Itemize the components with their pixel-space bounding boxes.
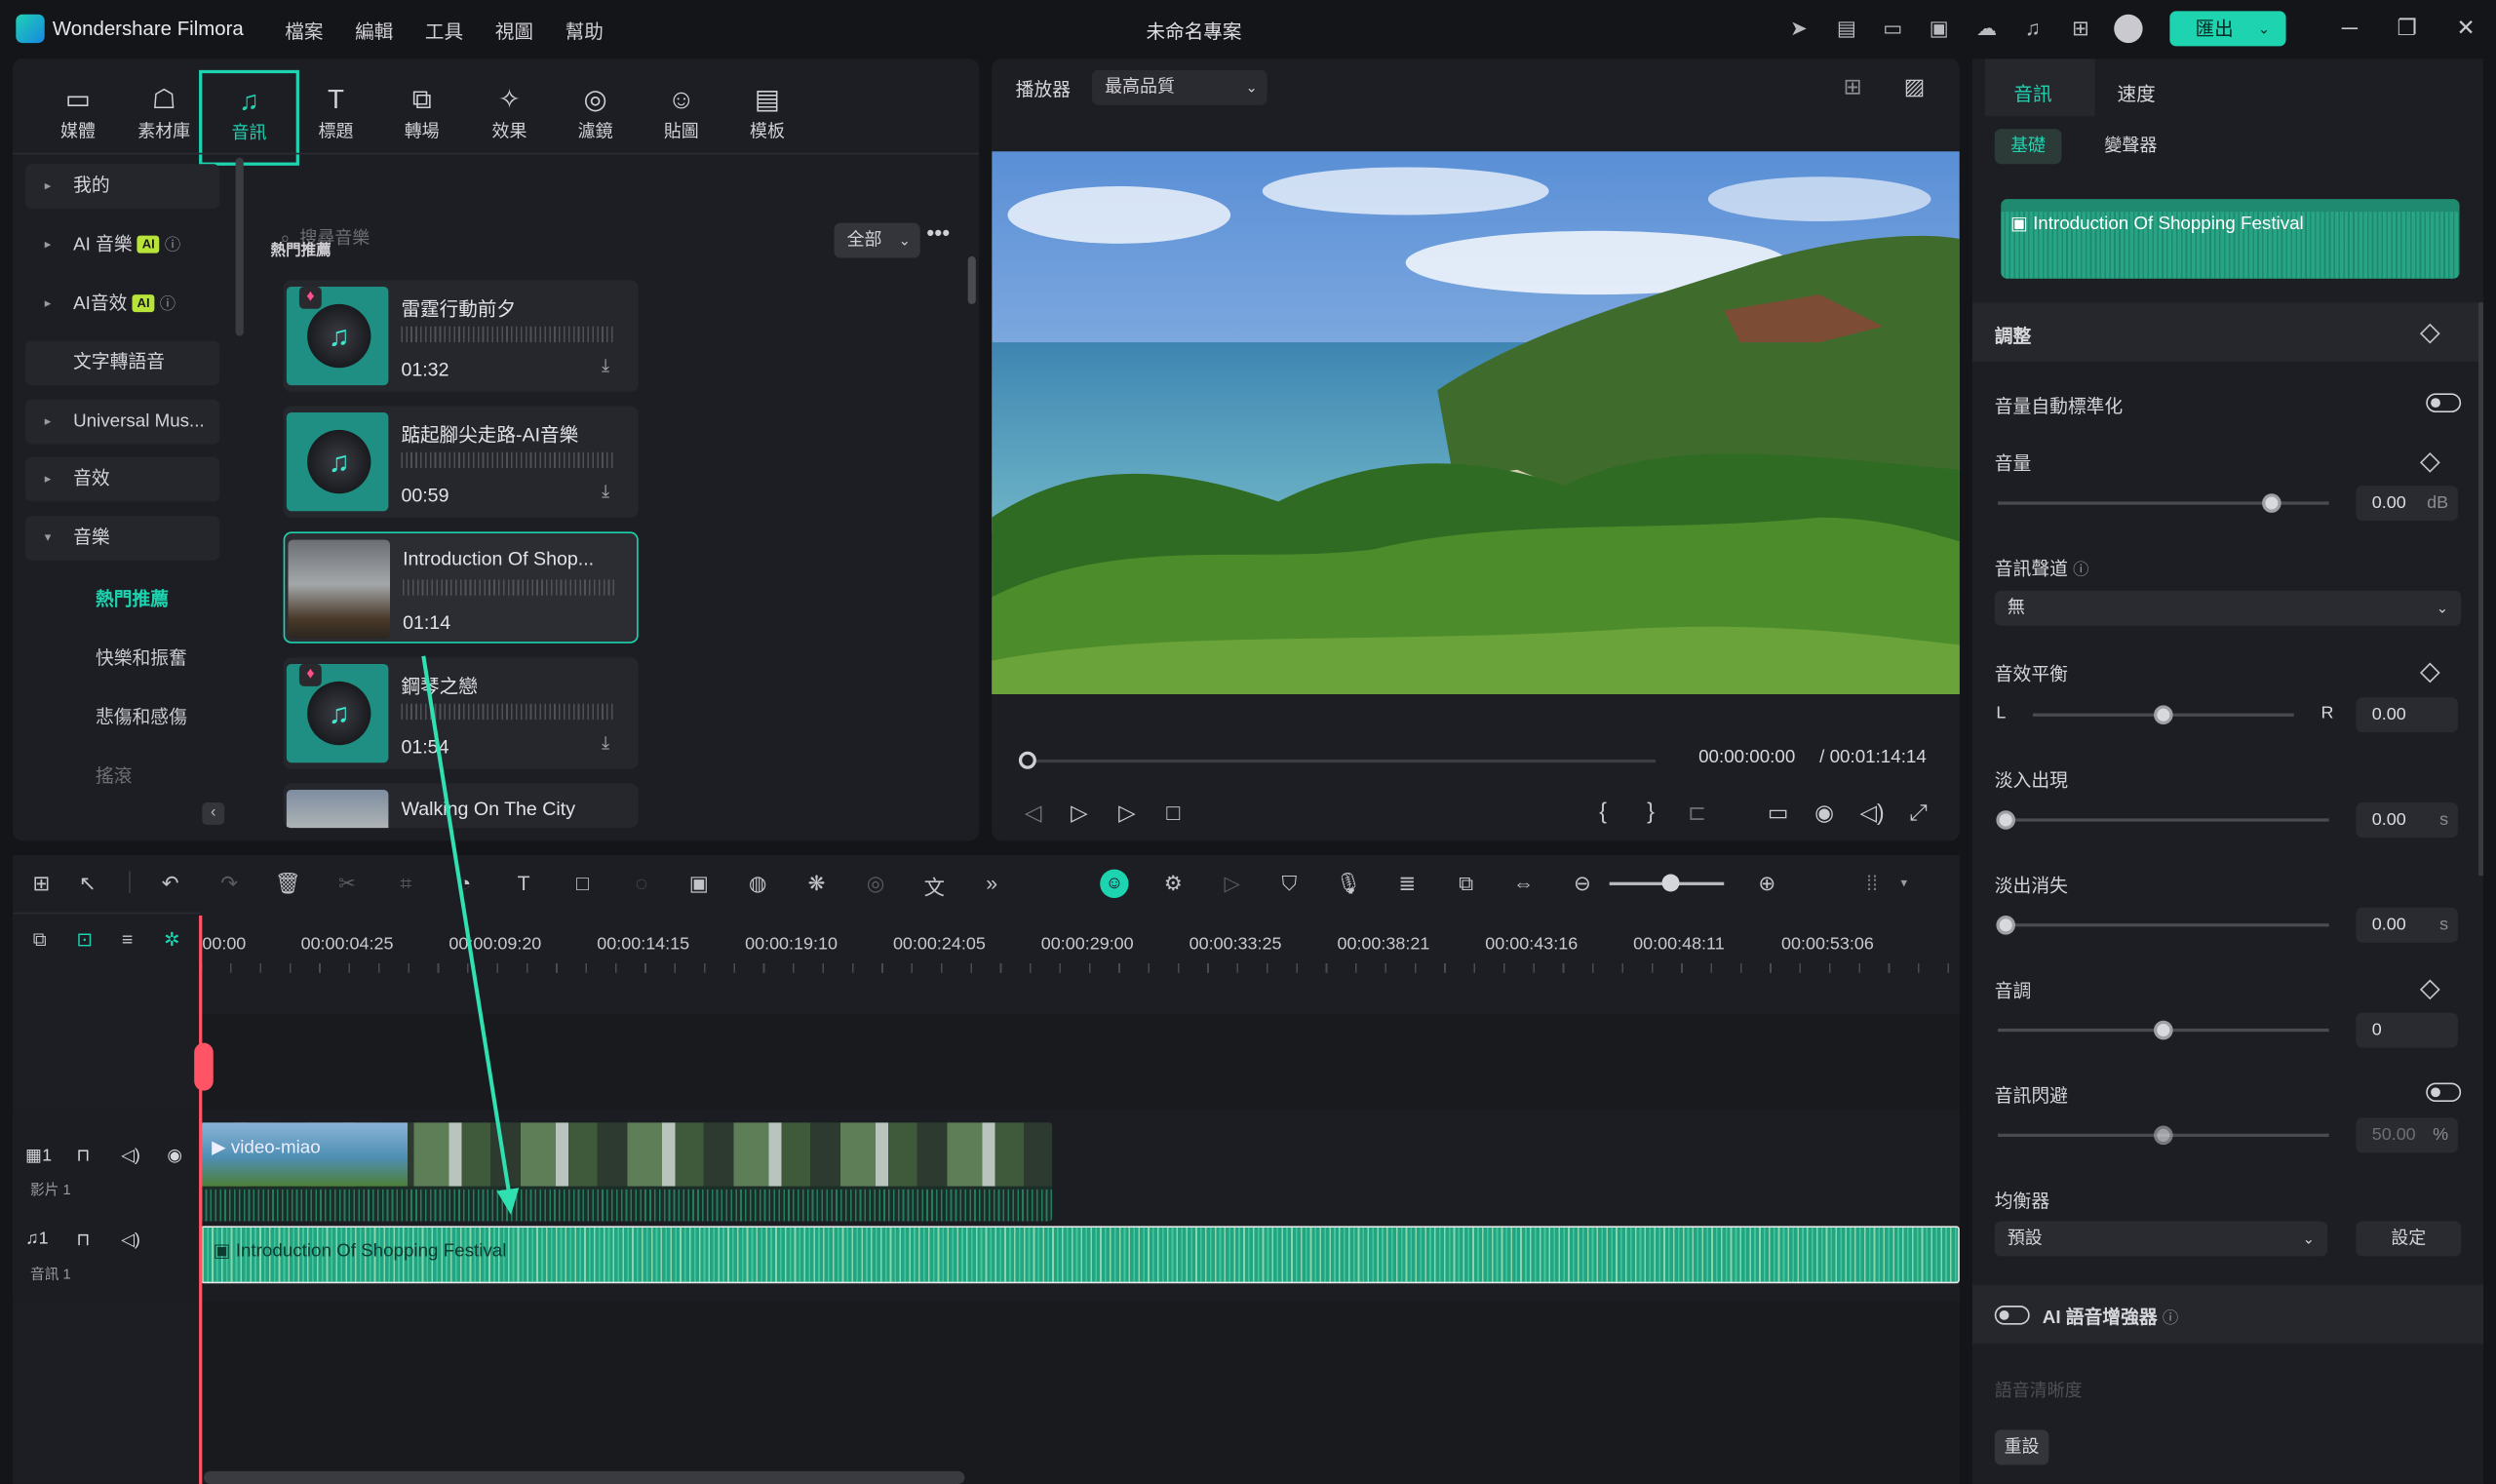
keyframe-icon[interactable] (2419, 979, 2440, 1000)
fade-out-field[interactable]: 0.00 s (2356, 907, 2458, 943)
balance-label: 音效平衡 (1994, 665, 2068, 685)
fade-in-label: 淡入出現 (1994, 772, 2068, 792)
volume-label: 音量 (1994, 455, 2032, 475)
keyframe-icon[interactable] (2419, 451, 2440, 473)
ducking-value: 50.00 (2371, 1125, 2416, 1146)
channel-text: 音訊聲道 (1994, 560, 2068, 580)
properties-panel: 音訊 速度 基礎 變聲器 ▣ Introduction Of Shopping … (1971, 59, 2484, 1484)
ducking-toggle[interactable] (2426, 1082, 2462, 1103)
ai-voice-label: AI 語音增強器 ⓘ (2043, 1304, 2178, 1329)
tab-speed[interactable]: 速度 (2117, 80, 2155, 107)
unit-label: dB (2427, 493, 2449, 513)
export-label: 匯出 (2195, 17, 2234, 40)
reset-button[interactable]: 重設 (1994, 1429, 2049, 1465)
eq-settings-button[interactable]: 設定 (2356, 1221, 2462, 1257)
drag-arrow-annotation (421, 655, 520, 1215)
channel-dropdown[interactable]: 無 ⌄ (1994, 590, 2462, 626)
volume-value: 0.00 (2371, 493, 2406, 513)
clip-preview: ▣ Introduction Of Shopping Festival (2001, 199, 2460, 279)
eq-dropdown[interactable]: 預設 ⌄ (1994, 1221, 2328, 1257)
scrollbar[interactable] (2478, 302, 2484, 877)
channel-label: 音訊聲道 ⓘ (1995, 556, 2089, 581)
fade-out-knob[interactable] (1996, 915, 2015, 935)
subtab-basic[interactable]: 基礎 (1994, 129, 2062, 165)
minimize-icon[interactable]: ─ (2337, 15, 2362, 40)
balance-knob[interactable] (2154, 705, 2173, 725)
cloud-icon[interactable]: ☁ (1974, 16, 2000, 41)
music-note-icon: ▣ (2010, 215, 2028, 235)
fade-in-slider[interactable] (1998, 818, 2329, 822)
balance-value: 0.00 (2371, 705, 2406, 725)
keyframe-icon[interactable] (2419, 662, 2440, 683)
pitch-label: 音調 (1994, 982, 2032, 1002)
right-label: R (2320, 703, 2334, 723)
ducking-label: 音訊閃避 (1994, 1087, 2068, 1107)
auto-normalize-toggle[interactable] (2426, 393, 2462, 412)
clip-name: Introduction Of Shopping Festival (2033, 215, 2304, 235)
fade-in-field[interactable]: 0.00 s (2356, 802, 2458, 838)
fade-in-value: 0.00 (2371, 810, 2406, 830)
timeline-panel: ⊞ ↖ ↶ ↷ 🗑 ✂ ⌗ ◔ T □ ◌ ▣ ◍ ❋ ◎ 文 » ☺ ⚙ ▷ … (13, 655, 1960, 1484)
fade-out-value: 0.00 (2371, 915, 2406, 935)
headset-icon[interactable]: ♫ (2020, 16, 2046, 41)
unit-label: s (2439, 810, 2449, 830)
balance-field[interactable]: 0.00 (2356, 697, 2458, 733)
subtab-voice-changer[interactable]: 變聲器 (2088, 129, 2173, 164)
ducking-field[interactable]: 50.00% (2356, 1117, 2458, 1153)
unit-label: % (2433, 1125, 2449, 1146)
section-title: 調整 (1994, 328, 2032, 347)
chevron-down-icon: ⌄ (2257, 20, 2271, 37)
ai-voice-text: AI 語音增強器 (2042, 1308, 2158, 1328)
help-icon[interactable]: ⓘ (2073, 562, 2088, 579)
auto-normalize-label: 音量自動標準化 (1994, 398, 2124, 417)
help-icon[interactable]: ⓘ (2163, 1310, 2178, 1328)
export-button[interactable]: 匯出 ⌄ (2169, 11, 2286, 47)
restore-icon[interactable]: ❐ (2395, 15, 2420, 42)
horizontal-scrollbar[interactable] (203, 1470, 965, 1484)
close-icon[interactable]: ✕ (2453, 15, 2478, 42)
clip-title: ▣ Introduction Of Shopping Festival (2010, 212, 2304, 234)
avatar[interactable] (2114, 14, 2143, 44)
pitch-field[interactable]: 0 (2356, 1012, 2458, 1048)
eq-label: 均衡器 (1994, 1192, 2050, 1212)
chevron-down-icon: ⌄ (2436, 600, 2449, 616)
tab-audio-props[interactable]: 音訊 (2013, 80, 2051, 107)
eq-value: 預設 (2007, 1229, 2043, 1249)
ducking-knob[interactable] (2154, 1125, 2173, 1146)
left-label: L (1996, 703, 2007, 723)
ai-voice-toggle[interactable] (1994, 1306, 2030, 1325)
clarity-label: 語音清晰度 (1994, 1382, 2083, 1402)
fade-out-slider[interactable] (1998, 923, 2329, 927)
unit-label: s (2439, 915, 2449, 935)
volume-knob[interactable] (2262, 493, 2282, 513)
channel-value: 無 (2007, 599, 2025, 618)
fade-in-knob[interactable] (1996, 810, 2015, 830)
volume-field[interactable]: 0.00 dB (2356, 486, 2458, 521)
pitch-value: 0 (2371, 1020, 2382, 1040)
apps-grid-icon[interactable]: ⊞ (2068, 16, 2093, 41)
fade-out-label: 淡出消失 (1994, 877, 2068, 897)
pitch-knob[interactable] (2154, 1020, 2173, 1040)
chevron-down-icon: ⌄ (2302, 1230, 2315, 1247)
section-header (1971, 302, 2484, 362)
